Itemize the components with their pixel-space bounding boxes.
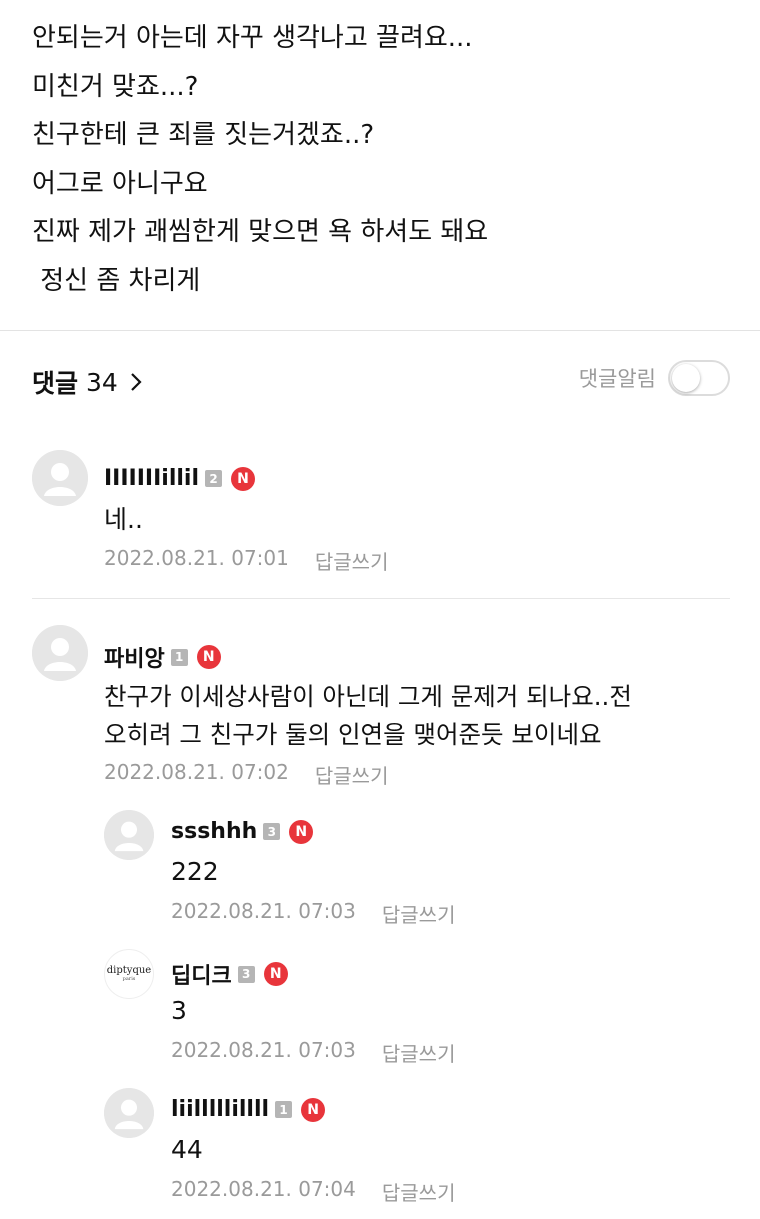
reply-button[interactable]: 답글쓰기 xyxy=(382,1177,456,1206)
reply-button[interactable]: 답글쓰기 xyxy=(315,760,389,789)
comment-author-row: liilllllillll 1 N xyxy=(171,1097,326,1122)
reply-item: diptyque paris 딥디크 3 N 3 2022.08.21. 07:… xyxy=(104,949,730,1069)
level-badge: 1 xyxy=(275,1101,293,1118)
comment-text: 3 xyxy=(171,996,187,1025)
level-badge: 2 xyxy=(205,470,223,487)
comment-item: IIIIIIIillil 2 N 네.. 2022.08.21. 07:01 답… xyxy=(32,450,730,580)
comment-date: 2022.08.21. 07:02 xyxy=(104,760,289,784)
comment-notify-label: 댓글알림 xyxy=(578,367,656,391)
comment-nickname[interactable]: liilllllillll xyxy=(171,1097,269,1122)
comment-text: 네.. xyxy=(104,505,143,534)
level-badge: 1 xyxy=(170,648,188,666)
comment-text: 44 xyxy=(171,1135,203,1164)
comment-meta: 2022.08.21. 07:03 답글쓰기 xyxy=(171,899,455,928)
comments-link[interactable]: 댓글 34 xyxy=(32,364,146,400)
comment-author-row: IIIIIIIillil 2 N xyxy=(104,466,256,491)
new-badge: N xyxy=(263,962,288,986)
diptyque-logo: diptyque xyxy=(106,965,152,976)
new-badge: N xyxy=(301,1097,326,1122)
avatar[interactable] xyxy=(104,810,154,860)
comment-nickname[interactable]: IIIIIIIillil xyxy=(104,466,199,491)
new-badge: N xyxy=(289,819,314,844)
comment-date: 2022.08.21. 07:04 xyxy=(171,1177,356,1201)
default-avatar-icon xyxy=(104,810,154,860)
comment-divider xyxy=(32,598,730,599)
reply-button[interactable]: 답글쓰기 xyxy=(382,899,456,928)
chevron-right-icon xyxy=(131,373,142,391)
toggle-knob xyxy=(672,364,700,392)
comment-meta: 2022.08.21. 07:04 답글쓰기 xyxy=(171,1177,455,1206)
post-line: 정신 좀 차리게 xyxy=(32,265,201,296)
reply-button[interactable]: 답글쓰기 xyxy=(315,546,389,575)
comment-item: 파비앙 1 N 찬구가 이세상사람이 아닌데 그게 문제거 되나요..전 오히려… xyxy=(32,625,730,795)
diptyque-logo-sub: paris xyxy=(122,976,136,982)
comment-date: 2022.08.21. 07:03 xyxy=(171,1038,356,1062)
avatar[interactable]: diptyque paris xyxy=(104,949,154,999)
comment-text: 222 xyxy=(171,857,219,886)
default-avatar-icon xyxy=(32,450,88,506)
new-badge: N xyxy=(196,645,221,669)
comment-nickname[interactable]: 딥디크 xyxy=(171,958,232,990)
comment-notify-toggle[interactable] xyxy=(668,360,730,396)
level-badge: 3 xyxy=(237,965,255,983)
comment-author-row: 파비앙 1 N xyxy=(104,641,221,673)
comments-title: 댓글 xyxy=(32,369,79,398)
comments-header: 댓글 34 댓글알림 xyxy=(32,358,730,404)
comment-date: 2022.08.21. 07:01 xyxy=(104,546,289,570)
comment-meta: 2022.08.21. 07:03 답글쓰기 xyxy=(171,1038,455,1067)
level-badge: 3 xyxy=(263,823,281,840)
comment-author-row: 딥디크 3 N xyxy=(171,958,288,990)
avatar[interactable] xyxy=(32,625,88,681)
comment-author-row: ssshhh 3 N xyxy=(171,819,314,844)
comment-text: 찬구가 이세상사람이 아닌데 그게 문제거 되나요..전 오히려 그 친구가 둘… xyxy=(104,682,632,749)
section-divider xyxy=(0,330,760,331)
post-line: 미친거 맞죠...? xyxy=(32,71,199,102)
default-avatar-icon xyxy=(32,625,88,681)
comments-count: 34 xyxy=(86,367,118,397)
reply-button[interactable]: 답글쓰기 xyxy=(382,1038,456,1067)
default-avatar-icon xyxy=(104,1088,154,1138)
reply-item: liilllllillll 1 N 44 2022.08.21. 07:04 답… xyxy=(104,1088,730,1213)
post-line: 안되는거 아는데 자꾸 생각나고 끌려요... xyxy=(32,23,473,53)
new-badge: N xyxy=(231,466,256,491)
post-line: 친구한테 큰 죄를 짓는거겠죠..? xyxy=(32,120,375,150)
comment-nickname[interactable]: ssshhh xyxy=(171,819,257,844)
comment-meta: 2022.08.21. 07:02 답글쓰기 xyxy=(104,760,388,789)
reply-item: ssshhh 3 N 222 2022.08.21. 07:03 답글쓰기 xyxy=(104,810,730,930)
comment-date: 2022.08.21. 07:03 xyxy=(171,899,356,923)
avatar[interactable] xyxy=(104,1088,154,1138)
comment-meta: 2022.08.21. 07:01 답글쓰기 xyxy=(104,546,388,575)
comment-nickname[interactable]: 파비앙 xyxy=(104,641,165,673)
post-line: 어그로 아니구요 xyxy=(32,168,208,199)
post-line: 진짜 제가 괘씸한게 맞으면 욕 하셔도 돼요 xyxy=(32,217,489,247)
avatar[interactable] xyxy=(32,450,88,506)
comment-notify: 댓글알림 xyxy=(579,360,730,396)
post-body: 안되는거 아는데 자꾸 생각나고 끌려요... 미친거 맞죠...? 친구한테 … xyxy=(32,14,488,305)
